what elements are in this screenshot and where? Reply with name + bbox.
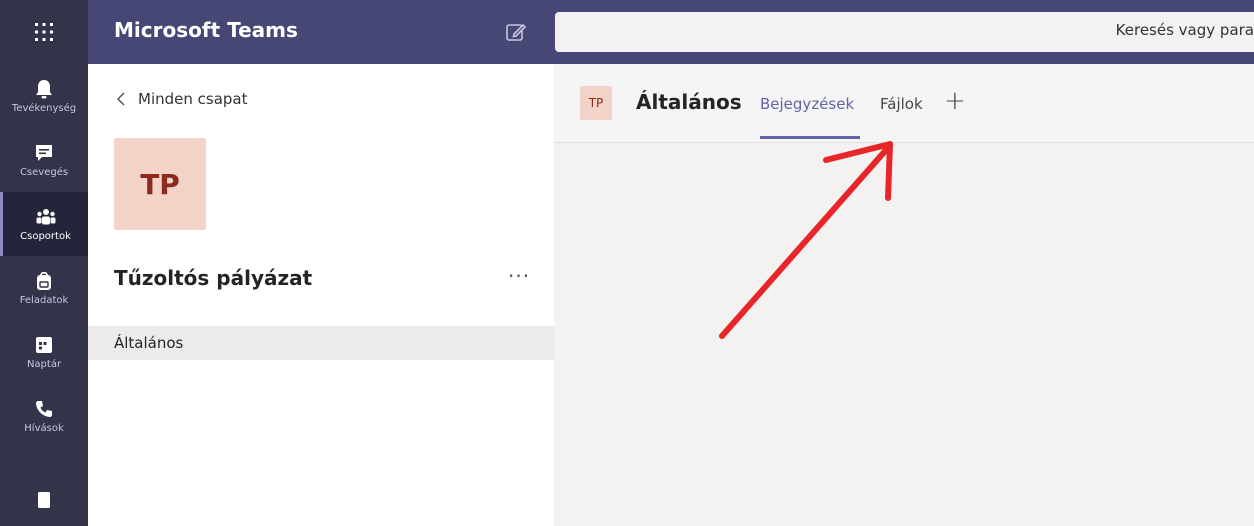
rail-item-calls[interactable]: Hívások <box>0 384 88 448</box>
team-panel: Minden csapat TP Tűzoltós pályázat ··· Á… <box>88 64 554 526</box>
channel-title: Általános <box>636 90 742 114</box>
search-input[interactable]: Keresés vagy para <box>555 12 1254 52</box>
rail-item-chat[interactable]: Csevegés <box>0 128 88 192</box>
tab-posts[interactable]: Bejegyzések <box>760 95 854 113</box>
back-label: Minden csapat <box>138 90 248 108</box>
rail-label: Csevegés <box>19 167 69 178</box>
rail-item-files[interactable] <box>0 448 88 512</box>
chevron-left-icon <box>116 92 125 106</box>
channel-header: TP Általános Bejegyzések Fájlok + <box>554 64 1254 143</box>
rail-label: Naptár <box>26 359 62 370</box>
back-to-all-teams-link[interactable]: Minden csapat <box>116 90 248 108</box>
rail-label: Csoportok <box>20 231 71 242</box>
channel-item-label: Általános <box>114 334 184 352</box>
team-name: Tűzoltós pályázat <box>114 266 313 290</box>
phone-icon <box>36 401 52 417</box>
rail-label: Tevékenység <box>11 103 77 114</box>
waffle-icon <box>35 23 53 41</box>
more-options-icon[interactable]: ··· <box>508 264 530 288</box>
search-placeholder: Keresés vagy para <box>1115 21 1254 39</box>
add-tab-button[interactable]: + <box>944 86 966 116</box>
rail-item-teams[interactable]: Csoportok <box>0 192 88 256</box>
rail-item-activity[interactable]: Tevékenység <box>0 64 88 128</box>
app-title: Microsoft Teams <box>114 18 298 42</box>
rail-item-calendar[interactable]: Naptár <box>0 320 88 384</box>
rail-label: Hívások <box>24 423 64 434</box>
files-icon <box>38 492 50 508</box>
chat-icon <box>36 145 52 161</box>
teams-icon <box>36 209 55 225</box>
rail-label: Feladatok <box>19 295 69 306</box>
bell-icon <box>36 80 52 99</box>
backpack-icon <box>37 271 51 290</box>
compose-icon[interactable] <box>505 21 527 43</box>
team-avatar: TP <box>114 138 206 230</box>
channel-avatar: TP <box>580 86 612 120</box>
active-tab-indicator <box>760 136 860 139</box>
app-rail: Tevékenység Csevegés Csoportok Feladatok <box>0 64 88 526</box>
rail-item-assignments[interactable]: Feladatok <box>0 256 88 320</box>
channel-item-general[interactable]: Általános <box>88 326 554 360</box>
app-launcher-button[interactable] <box>0 0 88 64</box>
calendar-icon <box>36 337 52 353</box>
top-bar: Microsoft Teams Keresés vagy para <box>0 0 1254 64</box>
tab-files[interactable]: Fájlok <box>880 95 923 113</box>
channel-content: TP Általános Bejegyzések Fájlok + <box>554 64 1254 526</box>
